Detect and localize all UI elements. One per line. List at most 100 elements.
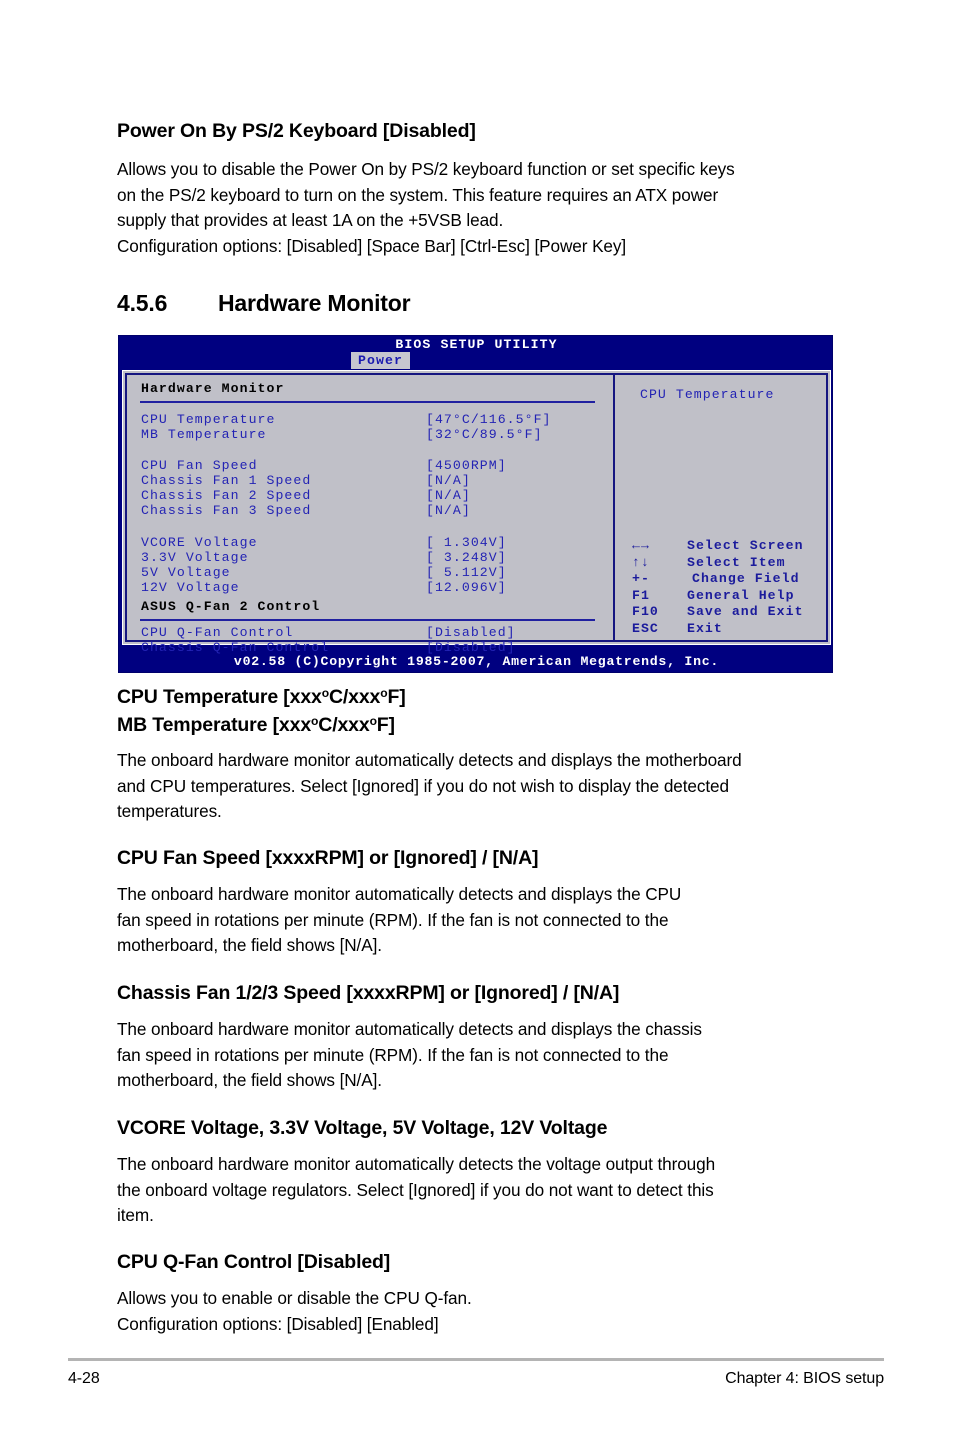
bios-row-5v-voltage[interactable]: 5V Voltage [ 5.112V]	[127, 565, 610, 580]
paragraph-line: The onboard hardware monitor automatical…	[117, 1019, 702, 1039]
footer-page-number: 4-28	[68, 1370, 100, 1387]
bios-row-cpu-fan-speed[interactable]: CPU Fan Speed [4500RPM]	[127, 458, 610, 473]
bios-row-chassis-fan-2-speed[interactable]: Chassis Fan 2 Speed [N/A]	[127, 488, 610, 503]
row-value: [N/A]	[426, 473, 471, 488]
bios-panel-heading: Hardware Monitor	[141, 381, 285, 396]
heading-part: CPU Temperature [xxx	[117, 686, 322, 708]
paragraph-line: The onboard hardware monitor automatical…	[117, 750, 742, 770]
paragraph-line: item.	[117, 1205, 154, 1226]
bios-help-panel: CPU Temperature ←→ Select Screen ↑↓ Sele…	[613, 375, 826, 640]
heading-cpu-qfan-control: CPU Q-Fan Control [Disabled]	[117, 1251, 391, 1273]
bios-copyright-bar: v02.58 (C)Copyright 1985-2007, American …	[233, 654, 720, 669]
paragraph-line: fan speed in rotations per minute (RPM).…	[117, 909, 669, 930]
paragraph-temperature: The onboard hardware monitor automatical…	[117, 748, 857, 825]
key-f10-label: F10	[632, 604, 659, 619]
paragraph-line: Configuration options: [Disabled] [Space…	[117, 235, 627, 256]
paragraph-voltage: The onboard hardware monitor automatical…	[117, 1152, 857, 1229]
document-page: Power On By PS/2 Keyboard [Disabled] All…	[0, 0, 954, 1438]
key-legend-row: ESC Exit	[625, 621, 835, 638]
key-legend-desc: Select Screen	[687, 538, 804, 553]
paragraph-line: Configuration options: [Disabled] [Enabl…	[117, 1313, 439, 1334]
row-label: Chassis Fan 1 Speed	[141, 473, 312, 488]
row-value: [47°C/116.5°F]	[426, 412, 552, 427]
row-value: [ 1.304V]	[426, 535, 507, 550]
bios-title: BIOS SETUP UTILITY	[395, 337, 558, 352]
footer-chapter-label: Chapter 4: BIOS setup	[725, 1370, 884, 1387]
bios-row-chassis-fan-1-speed[interactable]: Chassis Fan 1 Speed [N/A]	[127, 473, 610, 488]
paragraph-cpu-qfan-control: Allows you to enable or disable the CPU …	[117, 1286, 857, 1337]
bios-row-mb-temperature[interactable]: MB Temperature [32°C/89.5°F]	[127, 427, 610, 442]
key-legend-row: ←→ Select Screen	[625, 538, 835, 555]
key-f1-label: F1	[632, 587, 650, 603]
row-value: [12.096V]	[426, 580, 507, 595]
page-title: Hardware Monitor	[218, 290, 411, 316]
paragraph-chassis-fan-speed: The onboard hardware monitor automatical…	[117, 1017, 857, 1094]
row-label: Chassis Fan 2 Speed	[141, 488, 312, 503]
row-value: [N/A]	[426, 503, 471, 518]
bios-help-title: CPU Temperature	[640, 387, 775, 402]
row-value: [4500RPM]	[426, 458, 507, 473]
heading-power-on-ps2: Power On By PS/2 Keyboard [Disabled]	[117, 120, 476, 142]
row-label: CPU Temperature	[141, 412, 276, 427]
heading-part: C/xxx	[328, 686, 381, 708]
bios-setup-screenshot: BIOS SETUP UTILITY Power Hardware Monito…	[118, 335, 833, 673]
heading-mb-temperature: MB Temperature [xxxoC/xxxoF]	[117, 714, 395, 737]
paragraph-line: temperatures.	[117, 801, 222, 822]
row-label: CPU Q-Fan Control	[141, 625, 294, 640]
bios-row-3v3-voltage[interactable]: 3.3V Voltage [ 3.248V]	[127, 550, 610, 565]
row-value: [ 5.112V]	[426, 565, 507, 580]
row-label: 5V Voltage	[141, 565, 231, 580]
footer-divider	[68, 1358, 884, 1361]
key-legend-row: ↑↓ Select Item	[625, 555, 835, 572]
row-value: [ 3.248V]	[426, 550, 507, 565]
bios-body: Hardware Monitor CPU Temperature [47°C/1…	[122, 370, 831, 655]
arrow-up-down-icon: ↑↓	[632, 554, 650, 570]
heading-cpu-fan-speed: CPU Fan Speed [xxxxRPM] or [Ignored] / […	[117, 847, 539, 869]
key-esc-label: ESC	[632, 620, 659, 636]
heading-cpu-temperature: CPU Temperature [xxxoC/xxxoF]	[117, 686, 406, 709]
bios-left-panel: Hardware Monitor CPU Temperature [47°C/1…	[127, 375, 610, 655]
bios-row-vcore-voltage[interactable]: VCORE Voltage [ 1.304V]	[127, 535, 610, 550]
bios-key-legend: ←→ Select Screen ↑↓ Select Item +- Chang…	[625, 538, 835, 637]
row-label: VCORE Voltage	[141, 535, 258, 550]
key-legend-desc: Change Field	[692, 571, 800, 586]
row-label: Chassis Q-Fan Control	[141, 640, 330, 655]
key-legend-row: F10 Save and Exit	[625, 604, 835, 621]
bios-row-12v-voltage[interactable]: 12V Voltage [12.096V]	[127, 580, 610, 595]
row-label: Chassis Fan 3 Speed	[141, 503, 312, 518]
degree-symbol: o	[321, 686, 329, 701]
heading-voltage: VCORE Voltage, 3.3V Voltage, 5V Voltage,…	[117, 1117, 608, 1139]
bios-tab-bar: Power	[119, 352, 834, 369]
bios-row-cpu-temperature[interactable]: CPU Temperature [47°C/116.5°F]	[127, 412, 610, 427]
bios-row-chassis-qfan-control[interactable]: Chassis Q-Fan Control [Disabled]	[127, 640, 610, 655]
paragraph-power-on-ps2: Allows you to disable the Power On by PS…	[117, 157, 857, 259]
heading-part: MB Temperature [xxx	[117, 714, 312, 736]
heading-part: F]	[387, 686, 406, 708]
paragraph-line: Allows you to disable the Power On by PS…	[117, 159, 735, 179]
key-legend-desc: Select Item	[687, 554, 786, 570]
key-legend-desc: General Help	[687, 587, 795, 603]
paragraph-line: supply that provides at least 1A on the …	[117, 210, 504, 231]
key-legend-row: F1 General Help	[625, 588, 835, 605]
paragraph-line: fan speed in rotations per minute (RPM).…	[117, 1044, 669, 1065]
row-label: 12V Voltage	[141, 580, 240, 595]
heading-chassis-fan-speed: Chassis Fan 1/2/3 Speed [xxxxRPM] or [Ig…	[117, 982, 620, 1004]
paragraph-cpu-fan-speed: The onboard hardware monitor automatical…	[117, 882, 857, 959]
paragraph-line: and CPU temperatures. Select [Ignored] i…	[117, 775, 729, 796]
divider-rule	[140, 619, 595, 621]
heading-part: C/xxx	[318, 714, 370, 736]
bios-section-heading-qfan: ASUS Q-Fan 2 Control	[141, 599, 321, 614]
bios-row-cpu-qfan-control[interactable]: CPU Q-Fan Control [Disabled]	[127, 625, 610, 640]
paragraph-line: motherboard, the field shows [N/A].	[117, 1070, 382, 1091]
row-value: [N/A]	[426, 488, 471, 503]
paragraph-line: The onboard hardware monitor automatical…	[117, 1154, 716, 1174]
key-legend-desc: Exit	[687, 620, 723, 636]
key-legend-row: +- Change Field	[625, 571, 835, 588]
divider-rule	[140, 401, 595, 403]
arrow-left-right-icon: ←→	[632, 538, 650, 553]
tab-power[interactable]: Power	[351, 352, 411, 369]
degree-symbol: o	[369, 714, 377, 729]
heading-part: F]	[376, 714, 395, 736]
paragraph-line: the onboard voltage regulators. Select […	[117, 1179, 714, 1200]
bios-row-chassis-fan-3-speed[interactable]: Chassis Fan 3 Speed [N/A]	[127, 503, 610, 518]
